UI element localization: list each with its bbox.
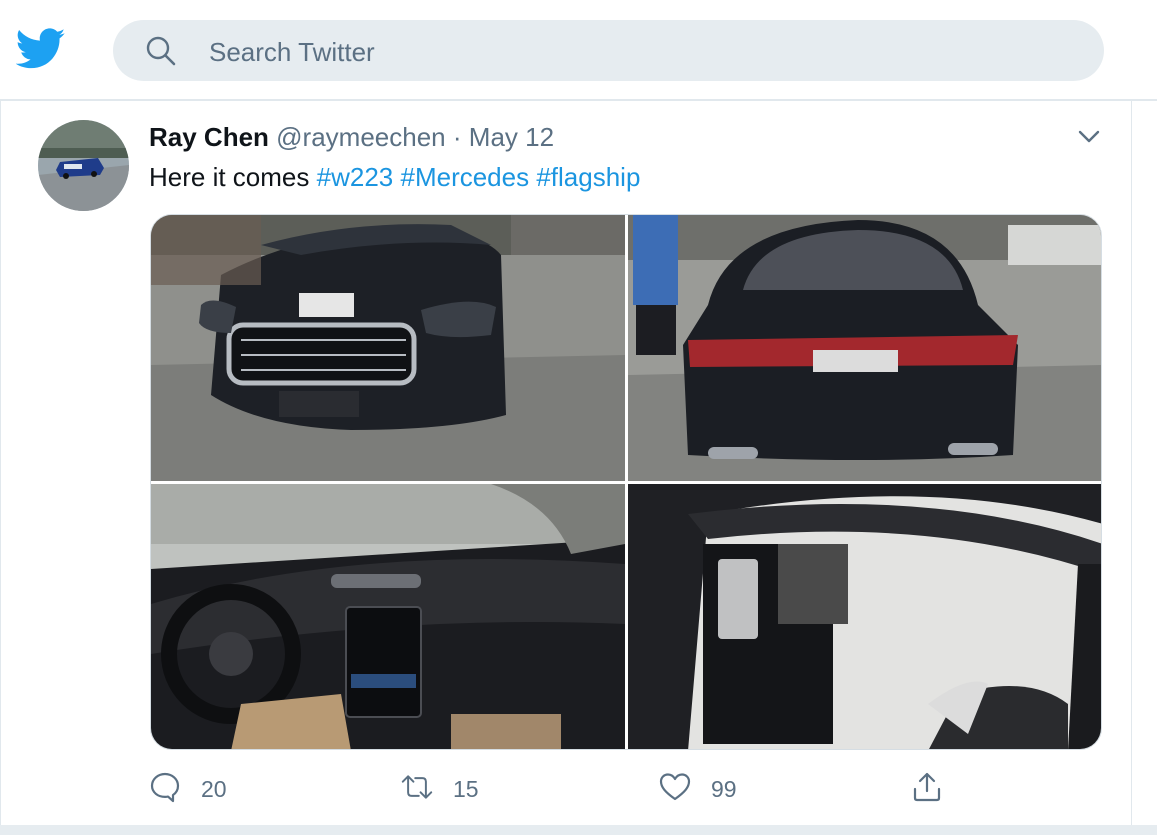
retweet-icon (401, 771, 433, 808)
hashtag-link[interactable]: #w223 (317, 162, 394, 192)
reply-icon (149, 771, 181, 808)
photo-grid (150, 214, 1102, 750)
retweet-count: 15 (453, 775, 479, 802)
photo-door-interior[interactable] (628, 484, 1101, 749)
tweet-text-body: Here it comes (149, 162, 310, 192)
chevron-down-icon[interactable] (1075, 125, 1103, 147)
tweet-card[interactable]: Ray Chen @raymeechen · May 12 Here it co… (0, 101, 1132, 825)
tweet-meta: Ray Chen @raymeechen · May 12 (149, 122, 554, 153)
retweet-button[interactable]: 15 (401, 769, 479, 809)
photo-front-car[interactable] (151, 215, 625, 481)
reply-button[interactable]: 20 (149, 769, 227, 809)
search-bar[interactable]: Search Twitter (113, 20, 1104, 81)
hashtag-link[interactable]: #Mercedes (400, 162, 529, 192)
share-icon (911, 771, 943, 808)
author-name[interactable]: Ray Chen (149, 122, 269, 152)
hashtag-link[interactable]: #flagship (536, 162, 640, 192)
tweet-actions: 20 15 99 (149, 769, 969, 809)
photo-interior-dashboard[interactable] (151, 484, 625, 749)
twitter-bird-icon[interactable] (15, 28, 66, 70)
avatar[interactable] (38, 120, 129, 211)
author-handle[interactable]: @raymeechen (276, 122, 445, 152)
tweet-date[interactable]: May 12 (469, 122, 554, 152)
meta-separator: · (452, 122, 462, 152)
share-button[interactable] (911, 769, 943, 809)
search-input[interactable]: Search Twitter (209, 37, 375, 68)
reply-count: 20 (201, 775, 227, 802)
top-bar: Search Twitter (0, 0, 1157, 100)
like-button[interactable]: 99 (659, 769, 737, 809)
timeline-divider (0, 825, 1157, 835)
heart-icon (659, 771, 691, 808)
tweet-text: Here it comes #w223 #Mercedes #flagship (149, 162, 640, 193)
search-icon (145, 35, 177, 67)
photo-rear-car[interactable] (628, 215, 1101, 481)
like-count: 99 (711, 775, 737, 802)
